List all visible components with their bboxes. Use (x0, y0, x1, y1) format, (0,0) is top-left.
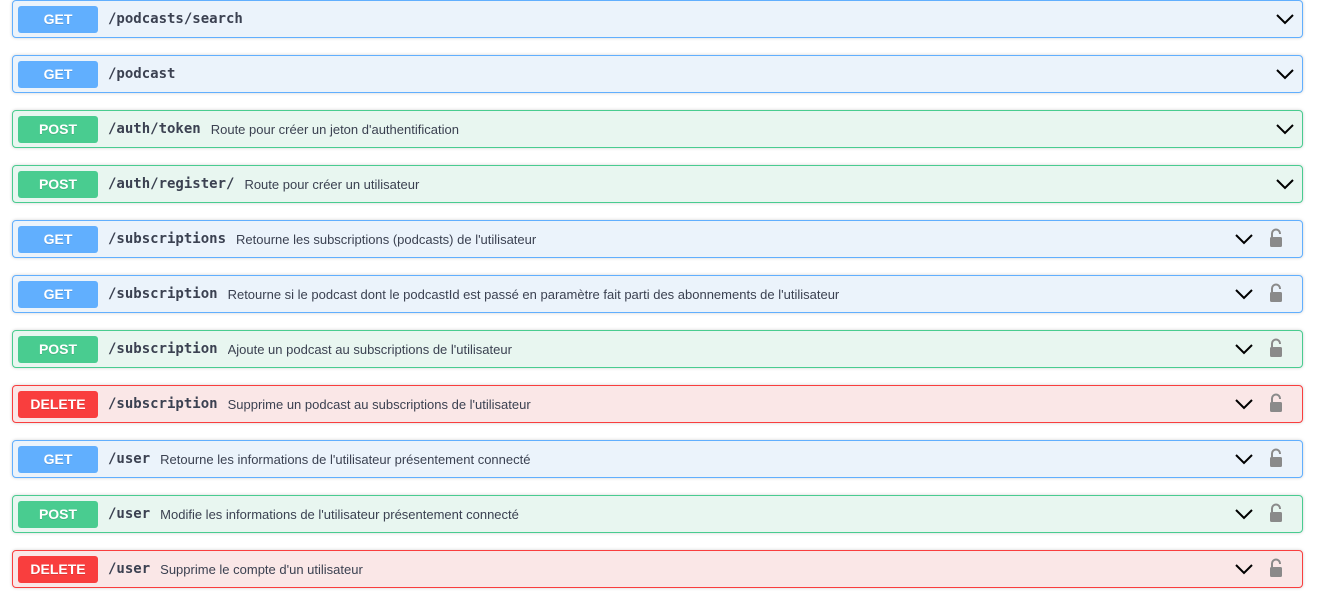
endpoint-path: /subscription (108, 396, 218, 412)
lock-icon[interactable] (1268, 283, 1284, 303)
endpoint-path: /subscription (108, 341, 218, 357)
chevron-down-icon[interactable] (1275, 121, 1295, 137)
endpoint-path: /podcasts/search (108, 11, 243, 27)
method-badge: GET (18, 60, 98, 88)
method-badge: DELETE (18, 390, 98, 418)
method-badge: GET (18, 225, 98, 253)
endpoint-path: /auth/token (108, 121, 201, 137)
method-badge: GET (18, 280, 98, 308)
operation-delete-user[interactable]: DELETE/user Supprime le compte d'un utili… (12, 550, 1303, 588)
chevron-down-icon[interactable] (1275, 66, 1295, 82)
chevron-down-icon[interactable] (1234, 396, 1254, 412)
lock-icon[interactable] (1268, 558, 1284, 578)
chevron-down-icon[interactable] (1275, 11, 1295, 27)
endpoint-path: /user (108, 506, 151, 522)
endpoint-description: Ajoute un podcast au subscriptions de l'… (227, 341, 512, 357)
endpoint-path: /user (108, 561, 151, 577)
endpoint-path: /subscriptions (108, 231, 227, 247)
endpoint-description: Route pour créer un utilisateur (244, 176, 420, 192)
chevron-down-icon[interactable] (1234, 451, 1254, 467)
endpoint-path: /subscription (108, 286, 218, 302)
method-badge: GET (18, 445, 98, 473)
operation-post-auth-register[interactable]: POST/auth/register/Route pour créer un u… (12, 165, 1303, 203)
operation-post-auth-token[interactable]: POST/auth/token Route pour créer un jeton… (12, 110, 1303, 148)
method-badge: POST (18, 335, 98, 363)
method-badge: DELETE (18, 555, 98, 583)
operation-get-subscriptions[interactable]: GET/subscriptions Retourne les subscripti… (12, 220, 1303, 258)
lock-icon[interactable] (1268, 448, 1284, 468)
lock-icon[interactable] (1268, 393, 1284, 413)
method-badge: POST (18, 500, 98, 528)
operation-delete-subscription[interactable]: DELETE/subscription Supprime un podcast a… (12, 385, 1303, 423)
operation-post-user[interactable]: POST/user Modifie les informations de l'u… (12, 495, 1303, 533)
endpoint-description: Modifie les informations de l'utilisateu… (160, 506, 519, 522)
operation-get-subscription[interactable]: GET/subscription Retourne si le podcast d… (12, 275, 1303, 313)
lock-icon[interactable] (1268, 503, 1284, 523)
chevron-down-icon[interactable] (1234, 286, 1254, 302)
endpoint-description: Retourne si le podcast dont le podcastId… (227, 286, 840, 302)
chevron-down-icon[interactable] (1234, 231, 1254, 247)
chevron-down-icon[interactable] (1234, 506, 1254, 522)
operation-get-user[interactable]: GET/user Retourne les informations de l'u… (12, 440, 1303, 478)
endpoint-path: /podcast (108, 66, 176, 82)
lock-icon[interactable] (1268, 338, 1284, 358)
operation-post-subscription[interactable]: POST/subscription Ajoute un podcast au su… (12, 330, 1303, 368)
endpoint-description: Supprime un podcast au subscriptions de … (227, 396, 531, 412)
operations-list: GET/podcasts/search GET/podcast POST/auth/… (0, 0, 1325, 599)
endpoint-path: /user (108, 451, 151, 467)
method-badge: POST (18, 115, 98, 143)
operation-get-podcasts-search[interactable]: GET/podcasts/search (12, 0, 1303, 38)
endpoint-description: Retourne les subscriptions (podcasts) de… (236, 231, 537, 247)
chevron-down-icon[interactable] (1234, 561, 1254, 577)
operation-get-podcast[interactable]: GET/podcast (12, 55, 1303, 93)
chevron-down-icon[interactable] (1234, 341, 1254, 357)
endpoint-path: /auth/register/ (108, 176, 235, 192)
method-badge: GET (18, 5, 98, 33)
lock-icon[interactable] (1268, 228, 1284, 248)
endpoint-description: Retourne les informations de l'utilisate… (160, 451, 531, 467)
method-badge: POST (18, 170, 98, 198)
endpoint-description: Supprime le compte d'un utilisateur (160, 561, 363, 577)
chevron-down-icon[interactable] (1275, 176, 1295, 192)
endpoint-description: Route pour créer un jeton d'authentifica… (210, 121, 459, 137)
